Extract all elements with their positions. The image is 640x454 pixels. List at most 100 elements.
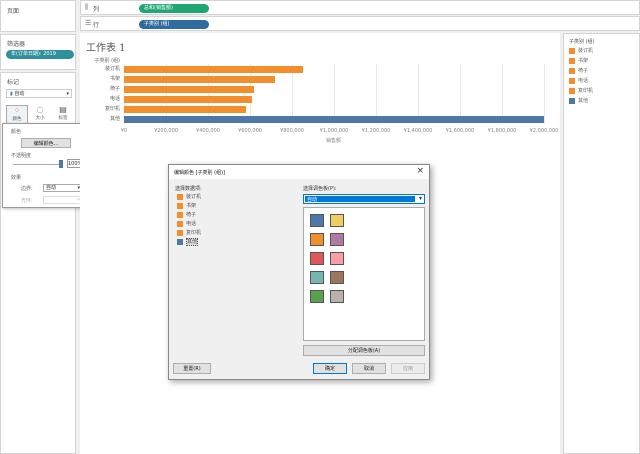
border-value: 自动 (46, 185, 57, 191)
data-item-swatch (177, 193, 183, 200)
data-item[interactable]: 装订机 (173, 193, 293, 202)
border-select[interactable]: 自动 ▾ (43, 184, 83, 192)
edit-colors-button[interactable]: 编辑颜色... (21, 138, 71, 148)
palette-swatch[interactable] (330, 214, 344, 227)
apply-button[interactable]: 应用 (391, 363, 425, 374)
data-item-label: 电话 (186, 221, 197, 227)
ok-button[interactable]: 确定 (313, 363, 347, 374)
x-tick-label: ¥0 (120, 128, 128, 134)
size-mark-button[interactable]: ◌ 大小 (29, 105, 51, 124)
legend-item[interactable]: 装订机 (569, 46, 637, 56)
data-item[interactable]: 电话 (173, 220, 293, 229)
bar-4[interactable] (124, 105, 246, 113)
palette-swatch[interactable] (330, 233, 344, 246)
data-item-swatch (177, 238, 183, 245)
chart-plot-area: ¥0 ¥200,000 ¥400,000 ¥600,000 ¥800,000 ¥1,000… (105, 64, 558, 134)
palette-swatch[interactable] (330, 271, 344, 284)
sheet-title: 工作表 1 (86, 43, 126, 54)
legend-swatch (569, 57, 575, 64)
assign-palette-button[interactable]: 分配调色板(A) (303, 345, 425, 356)
x-axis-label: 销售额 (326, 138, 342, 144)
data-item-label: 其他 (186, 238, 199, 246)
rows-shelf[interactable]: ☰ 行 子类别 (组) (80, 16, 640, 31)
category-label: 其他 (109, 116, 120, 122)
cancel-button[interactable]: 取消 (352, 363, 386, 374)
chevron-down-icon: ▾ (66, 91, 69, 97)
x-tick-label: ¥600,000 (238, 128, 262, 134)
palette-swatch[interactable] (330, 290, 344, 303)
data-item-label: 装订机 (186, 194, 202, 200)
marks-type-select[interactable]: ▮ 自动 ▾ (6, 89, 72, 98)
bar-1[interactable] (124, 75, 276, 83)
category-label: 电话 (109, 96, 120, 102)
data-item[interactable]: 其他 (173, 238, 293, 247)
legend-item[interactable]: 复印机 (569, 86, 637, 96)
border-label: 边界: (21, 186, 33, 192)
legend-panel: 子类别 (组) 装订机 书架 椅子电话复印机 其他 (563, 33, 640, 454)
color-mark-label: 颜色 (12, 117, 22, 122)
columns-icon: ⫼ (85, 3, 89, 11)
palette-swatch[interactable] (310, 233, 324, 246)
legend-list: 装订机 书架 椅子电话复印机 其他 (569, 46, 637, 106)
bar-5[interactable] (124, 115, 544, 123)
halo-select[interactable]: ▾ (43, 196, 83, 204)
rows-label: 行 (93, 22, 100, 29)
bar-0[interactable] (124, 65, 303, 73)
palette-select-highlight (305, 196, 415, 202)
category-label: 椅子 (109, 86, 120, 92)
columns-shelf[interactable]: ⫼ 列 总和(销售额) (80, 0, 640, 15)
legend-item[interactable]: 书架 (569, 56, 637, 66)
data-item-list[interactable]: 装订机书架椅子电话复印机其他 (173, 193, 293, 247)
rows-pill-subcategory[interactable]: 子类别 (组) (139, 20, 209, 29)
color-section-label: 颜色 (11, 129, 22, 135)
effects-label: 效果 (11, 175, 22, 181)
data-item[interactable]: 书架 (173, 202, 293, 211)
palette-grid (303, 207, 425, 341)
dialog-title: 编辑颜色 [子类别 (组)] (174, 170, 225, 176)
legend-item[interactable]: 椅子 (569, 66, 637, 76)
reset-button[interactable]: 重置(R) (173, 363, 211, 374)
color-mark-button[interactable]: ⁘ 颜色 (6, 105, 28, 124)
close-icon[interactable]: × (416, 166, 424, 176)
legend-item[interactable]: 电话 (569, 76, 637, 86)
legend-swatch (569, 77, 575, 84)
label-mark-button[interactable]: ▤ 标签 (52, 105, 74, 124)
x-tick-label: ¥400,000 (196, 128, 220, 134)
category-label: 装订机 (104, 66, 120, 72)
select-item-label: 选择数据项: (175, 186, 202, 192)
data-item-label: 椅子 (186, 212, 197, 218)
filters-panel: 筛选器 年(订单日期): 2019 (0, 34, 76, 70)
palette-swatch[interactable] (310, 290, 324, 303)
columns-pill-sales[interactable]: 总和(销售额) (139, 4, 209, 13)
pages-panel: 页面 (0, 0, 76, 32)
size-mark-label: 大小 (35, 116, 45, 121)
palette-select[interactable]: 自动 ▾ (303, 194, 425, 204)
palette-swatch[interactable] (310, 252, 324, 265)
data-item-label: 书架 (186, 203, 197, 209)
data-item[interactable]: 椅子 (173, 211, 293, 220)
x-tick-label: ¥1,200,000 (361, 128, 391, 134)
palette-swatch[interactable] (330, 252, 344, 265)
x-tick-label: ¥2,000,000 (529, 128, 559, 134)
filter-pill-order-year[interactable]: 年(订单日期): 2019 (6, 50, 74, 59)
opacity-slider-handle[interactable] (59, 160, 63, 168)
legend-swatch (569, 87, 575, 94)
legend-swatch (569, 47, 575, 54)
data-item-label: 复印机 (186, 230, 202, 236)
bar-2[interactable] (124, 85, 255, 93)
opacity-label: 不透明度 (11, 153, 32, 159)
dialog-titlebar[interactable]: 编辑颜色 [子类别 (组)] × (169, 165, 429, 179)
palette-swatch[interactable] (310, 214, 324, 227)
data-item[interactable]: 复印机 (173, 229, 293, 238)
x-tick-label: ¥200,000 (154, 128, 178, 134)
select-palette-label: 选择调色板(P): (303, 186, 337, 192)
palette-swatch[interactable] (310, 271, 324, 284)
bar-3[interactable] (124, 95, 253, 103)
legend-label: 电话 (578, 78, 589, 84)
legend-item[interactable]: 其他 (569, 96, 637, 106)
size-icon: ◌ (36, 105, 44, 114)
opacity-slider-track[interactable] (13, 164, 61, 165)
legend-title: 子类别 (组) (569, 39, 595, 45)
data-item-swatch (177, 220, 183, 227)
data-item-swatch (177, 229, 183, 236)
